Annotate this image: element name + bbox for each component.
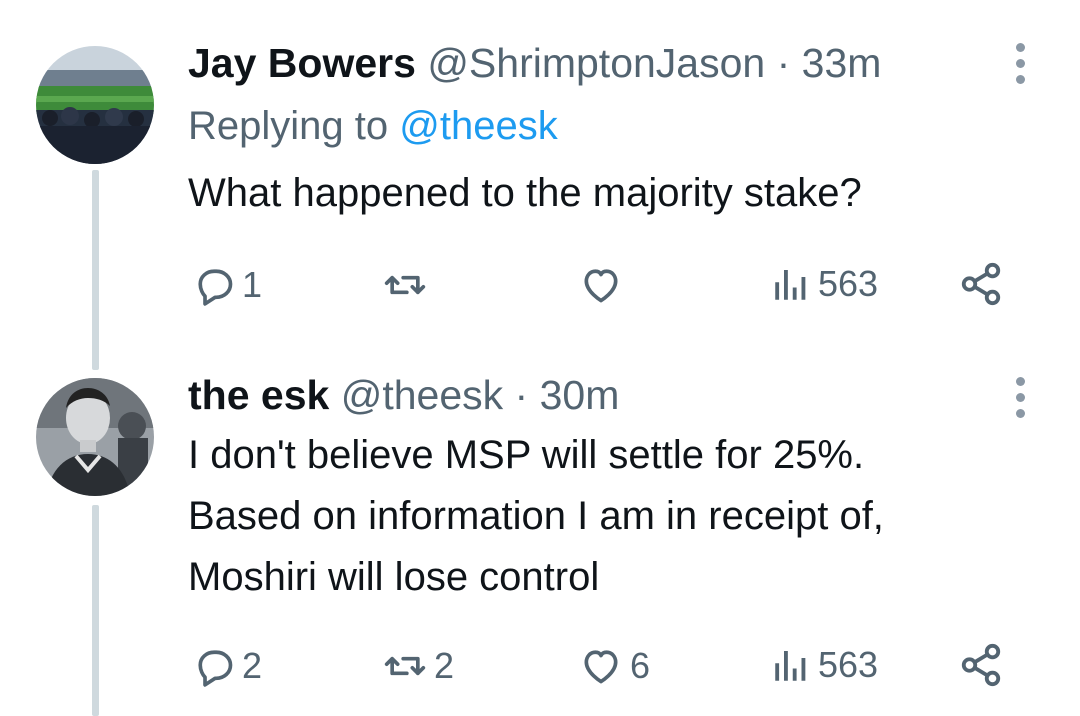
replying-to-line: Replying to @theesk [188,101,558,151]
retweet-button[interactable] [382,263,434,307]
replying-to-mention[interactable]: @theesk [399,104,557,148]
views-count: 563 [818,644,879,685]
separator-dot: · [776,40,791,86]
like-button[interactable] [578,263,630,307]
author-handle[interactable]: @ShrimptonJason [427,40,765,86]
timestamp[interactable]: 33m [802,40,882,86]
views-button[interactable]: 563 [770,644,878,686]
retweet-button[interactable]: 2 [382,644,454,688]
author-name[interactable]: Jay Bowers [188,40,416,86]
tweet-text-line: Based on information I am in receipt of, [188,494,884,538]
thread-connector-line-lower [92,505,99,716]
like-button[interactable]: 6 [578,644,650,688]
more-options-icon[interactable] [1010,377,1030,418]
reply-count: 1 [242,264,263,305]
reply-count: 2 [242,645,263,686]
avatar-the-esk[interactable] [36,378,154,496]
like-count: 6 [630,645,651,686]
more-options-icon[interactable] [1010,43,1030,84]
author-handle[interactable]: @theesk [341,372,503,418]
retweet-icon [384,656,426,676]
tweet-text-line: I don't believe MSP will settle for 25%. [188,433,865,477]
views-icon [775,270,806,300]
thread-connector-line [92,170,99,370]
replying-to-label: Replying to [188,104,389,148]
tweet-text-line: Moshiri will lose control [188,555,600,599]
views-count: 563 [818,263,879,304]
timestamp[interactable]: 30m [540,372,620,418]
avatar-stadium-image [36,46,154,164]
share-icon [961,262,1001,306]
share-button[interactable] [958,261,1004,307]
reply-icon [198,650,233,687]
share-button[interactable] [958,642,1004,688]
reply-button[interactable]: 2 [192,644,262,688]
share-icon [961,643,1001,687]
tweet-text: What happened to the majority stake? [188,163,862,224]
avatar-portrait-image [36,378,154,496]
heart-icon [584,269,618,303]
views-icon [775,651,806,681]
separator-dot: · [514,372,529,418]
views-button[interactable]: 563 [770,263,878,305]
author-name[interactable]: the esk [188,372,329,418]
tweet-text-line: What happened to the majority stake? [188,171,862,215]
tweet-text: I don't believe MSP will settle for 25%.… [188,425,884,608]
retweet-count: 2 [434,645,455,686]
avatar-jay-bowers[interactable] [36,46,154,164]
tweet-1-header: Jay Bowers @ShrimptonJason · 33m [188,38,881,88]
heart-icon [584,650,618,684]
retweet-icon [384,275,426,295]
tweet-2-header: the esk @theesk · 30m [188,370,619,420]
reply-button[interactable]: 1 [192,263,262,307]
reply-icon [198,269,233,306]
